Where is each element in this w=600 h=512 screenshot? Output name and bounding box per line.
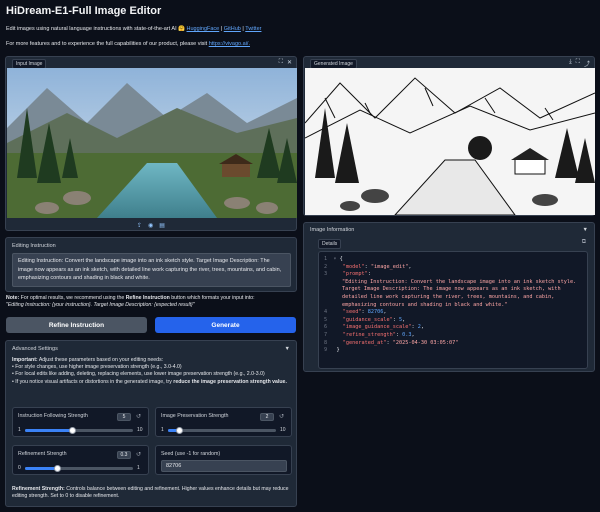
chevron-down-icon[interactable]: ▼ [583, 227, 588, 233]
advanced-settings-title[interactable]: Advanced Settings [12, 346, 58, 352]
seed-label: Seed (use -1 for random) [161, 451, 221, 457]
copy-icon[interactable]: ⧉ [582, 239, 586, 246]
hugging-face-emoji: 🤗 [178, 26, 185, 32]
share-icon[interactable]: ⤴ [584, 59, 590, 68]
slider-fill [25, 429, 73, 432]
maximize-icon[interactable]: ⛶ [576, 59, 580, 68]
reset-icon[interactable]: ↺ [136, 451, 141, 458]
slider-thumb[interactable] [176, 427, 184, 434]
input-image[interactable] [7, 68, 297, 218]
generate-button[interactable]: Generate [155, 317, 296, 333]
image-information-block: Image Information ▼ Details ⧉ 1 ▾ { 2 "m… [303, 222, 595, 372]
seed-card: Seed (use -1 for random) 82706 [155, 445, 292, 475]
reset-icon[interactable]: ↺ [136, 413, 141, 420]
refinement-slider[interactable] [25, 465, 133, 472]
generated-image-panel[interactable]: Generated Image ⤓ ⛶ ⤴ [303, 56, 595, 216]
chevron-down-icon[interactable]: ▼ [285, 346, 290, 352]
webcam-icon[interactable]: ◉ [148, 222, 153, 229]
intro-text: Edit images using natural language instr… [6, 26, 262, 32]
close-icon[interactable]: ✕ [287, 59, 292, 66]
image-preservation-slider-card: Image Preservation Strength 2 ↺ 1 10 [155, 407, 292, 437]
editing-instruction-label: Editing Instruction [12, 243, 56, 249]
editing-instruction-block: Editing Instruction Editing Instruction:… [5, 237, 297, 292]
vivago-link[interactable]: https://vivago.ai/. [209, 41, 250, 47]
image-preservation-number-input[interactable]: 2 [260, 413, 274, 421]
instruction-following-slider-card: Instruction Following Strength 5 ↺ 1 10 [12, 407, 149, 437]
reset-icon[interactable]: ↺ [279, 413, 284, 420]
json-viewer: 1 ▾ { 2 "model": "image_edit", 3 "prompt… [318, 251, 588, 369]
github-link[interactable]: GitHub [224, 26, 241, 32]
editing-instruction-textarea[interactable]: Editing Instruction: Convert the landsca… [12, 253, 291, 287]
maximize-icon[interactable]: ⛶ [279, 59, 283, 66]
slider-thumb[interactable] [69, 427, 77, 434]
refinement-footer-text: Refinement Strength: Controls balance be… [12, 486, 289, 500]
huggingface-link[interactable]: HuggingFace [187, 26, 220, 32]
clipboard-icon[interactable]: ▤ [159, 222, 165, 229]
upload-icon[interactable]: ⇪ [137, 222, 142, 229]
instruction-following-number-input[interactable]: 5 [117, 413, 131, 421]
refinement-slider-card: Refinement Strength 0.3 ↺ 0 1 [12, 445, 149, 475]
image-information-title[interactable]: Image Information [310, 227, 354, 233]
page-title: HiDream-E1-Full Image Editor [6, 5, 162, 17]
slider-fill [25, 467, 58, 470]
refine-instruction-button[interactable]: Refine Instruction [6, 317, 147, 333]
important-text: Important: Adjust these parameters based… [12, 357, 287, 385]
slider-thumb[interactable] [53, 465, 61, 472]
twitter-link[interactable]: Twitter [245, 26, 261, 32]
input-image-panel[interactable]: Input Image ⛶ ✕ ⇪ ◉ ▤ [5, 56, 297, 231]
generated-image[interactable] [305, 68, 595, 215]
instruction-following-slider[interactable] [25, 427, 133, 434]
download-icon[interactable]: ⤓ [569, 59, 572, 68]
image-preservation-slider[interactable] [168, 427, 276, 434]
seed-input[interactable]: 82706 [161, 460, 287, 472]
refinement-number-input[interactable]: 0.3 [117, 451, 131, 459]
tab-details[interactable]: Details [318, 239, 342, 249]
advanced-settings-block: Advanced Settings ▼ Important: Adjust th… [5, 340, 297, 507]
features-text: For more features and to experience the … [6, 41, 250, 47]
note-text: Note: For optimal results, we recommend … [6, 295, 255, 308]
